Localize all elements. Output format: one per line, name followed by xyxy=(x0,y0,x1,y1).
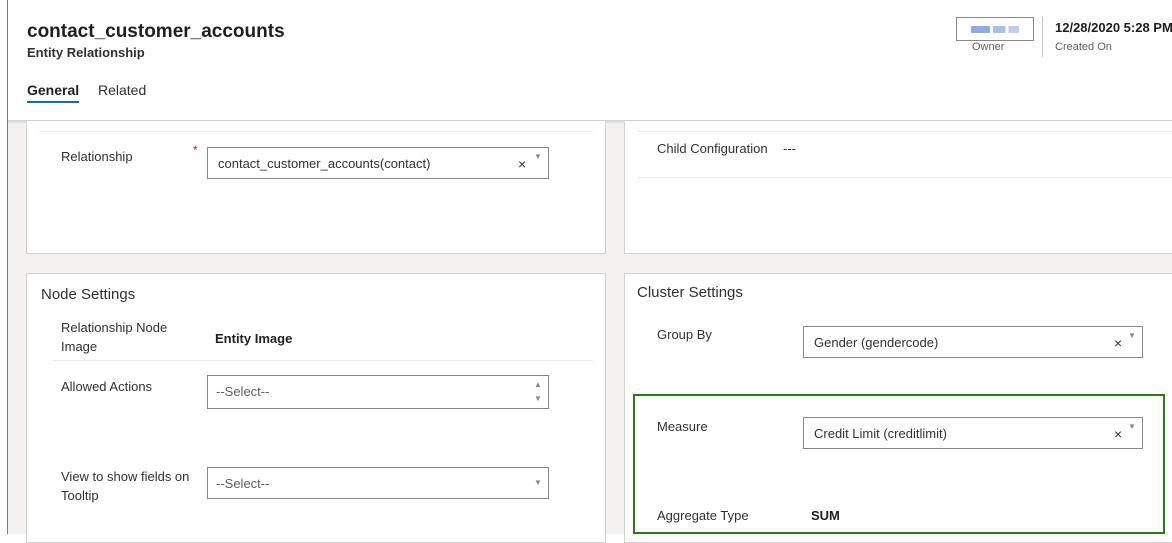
owner-field[interactable] xyxy=(956,17,1034,41)
relationship-label: Relationship xyxy=(61,149,133,164)
chevron-down-icon[interactable]: ▼ xyxy=(534,478,542,487)
allowed-actions-select[interactable]: --Select-- ▲ ▼ xyxy=(207,375,549,409)
group-by-value: Gender (gendercode) xyxy=(814,335,939,350)
node-settings-title: Node Settings xyxy=(41,286,136,303)
chevron-down-icon[interactable]: ▼ xyxy=(1128,331,1136,340)
relationship-lookup[interactable]: contact_customer_accounts(contact) × ▼ xyxy=(207,147,549,179)
scroll-up-icon[interactable]: ▲ xyxy=(534,380,542,389)
section-divider xyxy=(637,131,1172,132)
tab-related[interactable]: Related xyxy=(98,82,146,98)
tooltip-view-label: View to show fields on Tooltip xyxy=(61,469,190,503)
node-image-value: Entity Image xyxy=(215,331,293,346)
owner-avatar-redacted xyxy=(971,26,1019,33)
cluster-settings-title: Cluster Settings xyxy=(637,284,743,301)
child-configuration-section: Child Configuration --- xyxy=(624,120,1172,254)
clear-icon[interactable]: × xyxy=(518,156,526,172)
tooltip-view-placeholder: --Select-- xyxy=(216,476,270,491)
group-by-label: Group By xyxy=(657,327,712,342)
field-divider xyxy=(53,360,593,361)
allowed-actions-placeholder: --Select-- xyxy=(216,384,270,399)
tab-active-indicator xyxy=(27,101,79,103)
record-entity-type: Entity Relationship xyxy=(27,45,145,60)
relationship-value: contact_customer_accounts(contact) xyxy=(218,156,431,171)
node-settings-section: Node Settings Relationship Node Image En… xyxy=(26,273,606,543)
required-marker: * xyxy=(193,143,198,157)
section-divider xyxy=(637,177,1172,178)
clear-icon[interactable]: × xyxy=(1114,335,1122,351)
scroll-down-icon[interactable]: ▼ xyxy=(534,394,542,403)
child-configuration-value: --- xyxy=(783,141,796,156)
header-divider xyxy=(1042,17,1043,57)
group-by-lookup[interactable]: Gender (gendercode) × ▼ xyxy=(803,326,1143,358)
child-configuration-label: Child Configuration xyxy=(657,141,768,156)
created-on-value: 12/28/2020 5:28 PM xyxy=(1055,20,1172,35)
window-border xyxy=(7,0,8,534)
owner-label: Owner xyxy=(972,41,1005,53)
chevron-down-icon[interactable]: ▼ xyxy=(534,152,542,161)
record-title: contact_customer_accounts xyxy=(27,21,285,42)
tooltip-view-select[interactable]: --Select-- ▼ xyxy=(207,467,549,499)
measure-highlight-box xyxy=(633,394,1165,534)
relationship-section: Relationship * contact_customer_accounts… xyxy=(26,120,606,254)
section-divider xyxy=(39,131,593,132)
node-image-label: Relationship Node Image xyxy=(61,320,168,354)
record-header: contact_customer_accounts Entity Relatio… xyxy=(0,0,1172,121)
tab-general[interactable]: General xyxy=(27,82,79,98)
created-on-label: Created On xyxy=(1055,41,1112,53)
allowed-actions-label: Allowed Actions xyxy=(61,379,153,394)
